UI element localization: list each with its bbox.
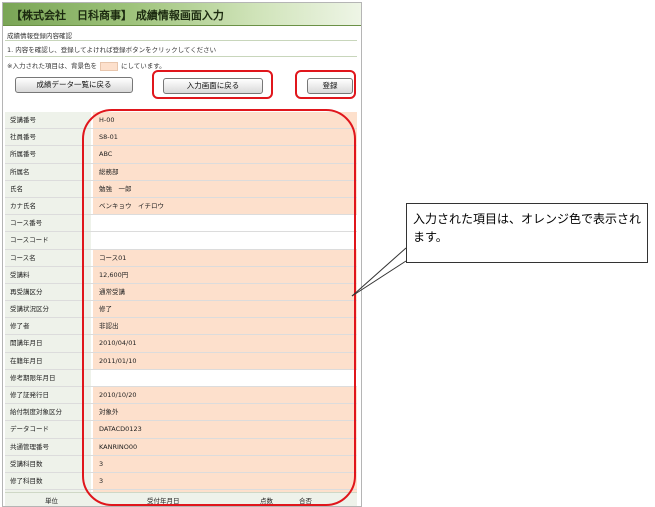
instruction-text: 1. 内容を確認し、登録してよければ登録ボタンをクリックしてください bbox=[7, 46, 217, 54]
field-value bbox=[93, 215, 357, 232]
divider bbox=[5, 56, 357, 57]
field-value: KANRINO00 bbox=[93, 438, 357, 455]
orange-swatch bbox=[99, 61, 118, 71]
table-row: データコード DATACD0123 bbox=[5, 421, 357, 439]
table-row: 修了科目数 3 bbox=[5, 472, 357, 491]
field-label: 所属番号 bbox=[5, 146, 91, 163]
form-window: 【株式会社 日科商事】 成績情報画面入力 成績情報登録内容確認 1. 内容を確認… bbox=[2, 2, 362, 507]
field-value: 修了 bbox=[93, 301, 357, 318]
subject-table-header: 単位 受付年月日 点数 合否 bbox=[5, 492, 357, 506]
field-label: 所属名 bbox=[5, 163, 91, 180]
field-label: コースコード bbox=[5, 232, 91, 249]
table-row: 受講状況区分 修了 bbox=[5, 301, 357, 319]
back-to-list-button[interactable]: 成績データ一覧に戻る bbox=[15, 77, 133, 93]
field-label: コース名 bbox=[5, 249, 91, 266]
field-value: コース01 bbox=[93, 249, 357, 266]
callout-box: 入力された項目は、オレンジ色で表示されます。 bbox=[406, 203, 648, 263]
table-row: 受講科目数 3 bbox=[5, 455, 357, 473]
field-label: 開講年月日 bbox=[5, 335, 91, 352]
field-value: ABC bbox=[93, 146, 357, 163]
field-value bbox=[93, 369, 357, 386]
field-value: DATACD0123 bbox=[93, 421, 357, 438]
field-label: データコード bbox=[5, 421, 91, 438]
title-bar: 【株式会社 日科商事】 成績情報画面入力 bbox=[3, 3, 361, 26]
field-label: 再受講区分 bbox=[5, 283, 91, 301]
field-label: 氏名 bbox=[5, 180, 91, 197]
field-value: 対象外 bbox=[93, 404, 357, 421]
table-row: 氏名 勉強 一郎 bbox=[5, 180, 357, 198]
color-note-suffix: にしています。 bbox=[120, 62, 166, 70]
table-row: 受講料 12,600円 bbox=[5, 266, 357, 284]
table-row: カナ氏名 ベンキョウ イチロウ bbox=[5, 197, 357, 216]
field-value: 3 bbox=[93, 472, 357, 490]
color-note-prefix: ※入力された項目は、背景色を bbox=[7, 62, 97, 70]
column-date: 受付年月日 bbox=[147, 497, 180, 505]
field-value bbox=[93, 232, 357, 249]
divider bbox=[5, 40, 357, 41]
field-label: 受講料 bbox=[5, 266, 91, 283]
color-note: ※入力された項目は、背景色を にしています。 bbox=[7, 60, 166, 71]
table-row: 所属名 総務部 bbox=[5, 163, 357, 181]
field-value: H-00 bbox=[93, 112, 357, 129]
table-row: 再受講区分 通常受講 bbox=[5, 283, 357, 302]
table-row: 在籍年月日 2011/01/10 bbox=[5, 352, 357, 370]
field-label: 修了科目数 bbox=[5, 472, 91, 490]
table-row: コース番号 bbox=[5, 215, 357, 233]
field-label: 在籍年月日 bbox=[5, 352, 91, 369]
field-value: 通常受講 bbox=[93, 283, 357, 301]
field-label: 受講状況区分 bbox=[5, 301, 91, 318]
table-row: 開講年月日 2010/04/01 bbox=[5, 335, 357, 353]
field-value: 勉強 一郎 bbox=[93, 180, 357, 197]
table-row: 修考期限年月日 bbox=[5, 369, 357, 387]
table-row: 受講番号 H-00 bbox=[5, 112, 357, 130]
field-label: 修了者 bbox=[5, 318, 91, 335]
field-value: 2010/04/01 bbox=[93, 335, 357, 352]
column-pass: 合否 bbox=[299, 497, 312, 505]
field-label: コース番号 bbox=[5, 215, 91, 232]
field-value: 2010/10/20 bbox=[93, 387, 357, 404]
page-title: 【株式会社 日科商事】 成績情報画面入力 bbox=[11, 9, 224, 22]
field-value: 非認出 bbox=[93, 318, 357, 335]
table-row: 修了者 非認出 bbox=[5, 318, 357, 336]
back-to-input-button[interactable]: 入力画面に戻る bbox=[163, 78, 263, 94]
table-row: 所属番号 ABC bbox=[5, 146, 357, 164]
field-value: 総務部 bbox=[93, 163, 357, 180]
field-value: S8-01 bbox=[93, 129, 357, 146]
field-label: 修考期限年月日 bbox=[5, 369, 91, 386]
field-label: 給付制度対象区分 bbox=[5, 404, 91, 421]
field-value: 3 bbox=[93, 455, 357, 472]
field-label: 共通管理番号 bbox=[5, 438, 91, 455]
field-value: 2011/01/10 bbox=[93, 352, 357, 369]
confirmation-table: 受講番号 H-00 社員番号 S8-01 所属番号 ABC 所属名 総務部 氏名 勉強 一郎 カナ氏… bbox=[5, 112, 357, 506]
table-row: コース名 コース01 bbox=[5, 249, 357, 267]
field-label: カナ氏名 bbox=[5, 197, 91, 215]
table-row: 修了証発行日 2010/10/20 bbox=[5, 387, 357, 405]
table-row: 社員番号 S8-01 bbox=[5, 129, 357, 147]
field-value: ベンキョウ イチロウ bbox=[93, 197, 357, 215]
table-row: 給付制度対象区分 対象外 bbox=[5, 404, 357, 422]
field-label: 受講番号 bbox=[5, 112, 91, 129]
field-label: 社員番号 bbox=[5, 129, 91, 146]
column-unit: 単位 bbox=[45, 497, 58, 505]
register-button[interactable]: 登録 bbox=[307, 78, 353, 94]
callout-text: 入力された項目は、オレンジ色で表示されます。 bbox=[413, 212, 642, 244]
section-label: 成績情報登録内容確認 bbox=[7, 32, 72, 40]
table-row: コースコード bbox=[5, 232, 357, 250]
table-row: 共通管理番号 KANRINO00 bbox=[5, 438, 357, 456]
field-label: 受講科目数 bbox=[5, 455, 91, 472]
column-score: 点数 bbox=[260, 497, 273, 505]
field-label: 修了証発行日 bbox=[5, 387, 91, 404]
field-value: 12,600円 bbox=[93, 266, 357, 283]
